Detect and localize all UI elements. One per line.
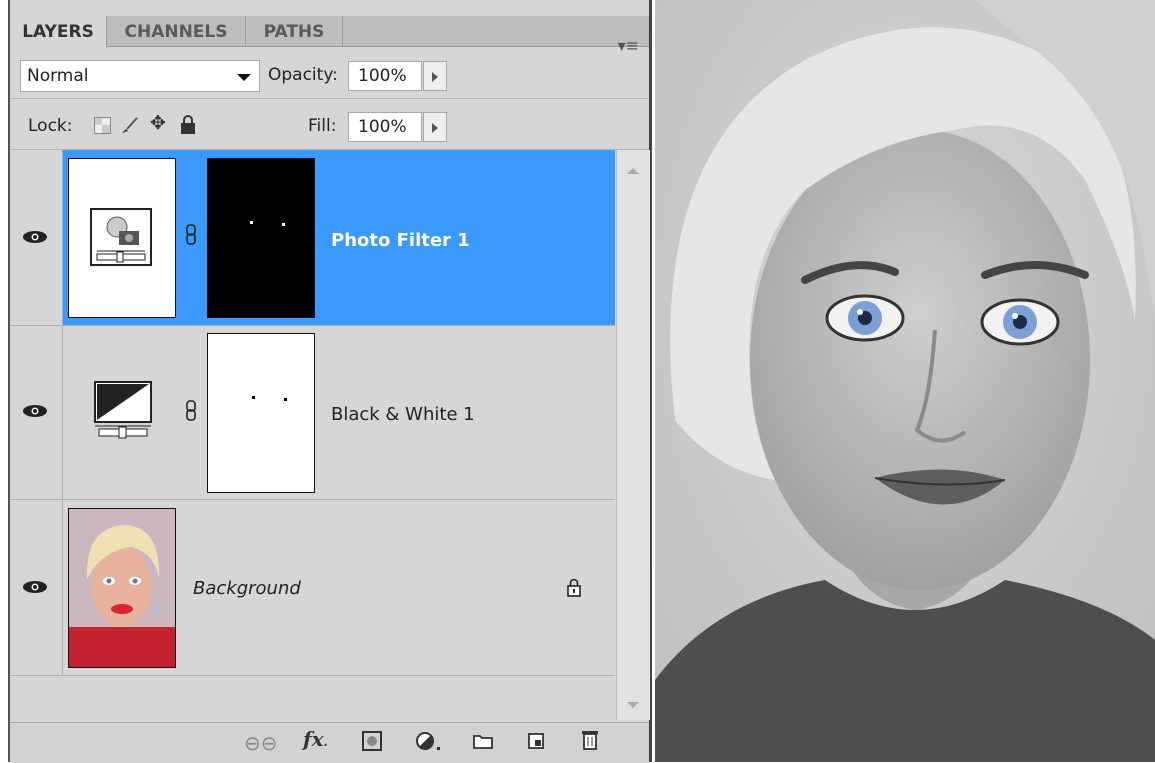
- layer-row-black-white[interactable]: Black & White 1: [10, 326, 615, 500]
- layer-content: Background: [63, 500, 615, 675]
- lock-icon: [567, 578, 581, 597]
- chain-link-icon[interactable]: [185, 224, 197, 246]
- lock-all-icon[interactable]: [178, 114, 198, 136]
- scroll-up-icon[interactable]: [627, 168, 639, 174]
- eye-icon: [23, 581, 47, 593]
- layer-content: Black & White 1: [63, 326, 615, 499]
- eye-icon: [23, 231, 47, 243]
- layer-mask-thumbnail[interactable]: [207, 333, 315, 493]
- opacity-slider-button[interactable]: [423, 61, 447, 91]
- panel-tabs: LAYERS CHANNELS PATHS ▾≡: [10, 16, 649, 55]
- opacity-field[interactable]: 100%: [348, 61, 422, 91]
- lock-position-move-icon[interactable]: ✥: [150, 112, 166, 134]
- add-mask-icon[interactable]: [362, 731, 382, 751]
- blend-mode-select[interactable]: Normal: [20, 60, 260, 92]
- chevron-down-icon: [237, 74, 251, 81]
- photo-canvas: [655, 0, 1155, 762]
- link-layers-icon[interactable]: ⊖⊖: [244, 731, 278, 755]
- layers-list: Photo Filter 1 Black & White 1 Backgroun…: [10, 150, 615, 720]
- new-layer-icon[interactable]: [526, 731, 546, 751]
- blend-mode-value: Normal: [27, 66, 89, 86]
- tab-paths[interactable]: PATHS: [246, 16, 343, 46]
- layer-row-background[interactable]: Background: [10, 500, 615, 676]
- portrait-thumbnail-image: [69, 509, 175, 667]
- tab-channels[interactable]: CHANNELS: [107, 16, 246, 46]
- layers-scrollbar[interactable]: [616, 150, 650, 720]
- layer-name[interactable]: Background: [193, 578, 301, 599]
- opacity-label: Opacity:: [268, 65, 338, 85]
- chain-link-icon[interactable]: [185, 400, 197, 422]
- black-white-adjustment-icon[interactable]: [91, 378, 157, 444]
- photo-filter-adjustment-icon: [90, 208, 152, 266]
- adjustment-thumbnail[interactable]: [68, 158, 176, 318]
- visibility-toggle[interactable]: [10, 326, 63, 499]
- layer-content: Photo Filter 1: [63, 150, 615, 325]
- visibility-toggle[interactable]: [10, 500, 63, 675]
- delete-trash-icon[interactable]: [580, 728, 600, 752]
- fx-effects-icon[interactable]: fx.: [303, 727, 328, 751]
- lock-pixels-brush-icon[interactable]: [118, 114, 140, 136]
- background-thumbnail[interactable]: [68, 508, 176, 668]
- tab-layers[interactable]: LAYERS: [10, 16, 107, 47]
- adjustment-layer-icon[interactable]: [415, 731, 445, 753]
- layer-row-photo-filter[interactable]: Photo Filter 1: [10, 150, 615, 326]
- fill-slider-button[interactable]: [423, 112, 447, 142]
- layer-name[interactable]: Photo Filter 1: [331, 230, 470, 251]
- layers-panel: LAYERS CHANNELS PATHS ▾≡ Normal Opacity:…: [8, 0, 652, 763]
- fill-label: Fill:: [308, 116, 337, 136]
- lock-label: Lock:: [28, 116, 73, 136]
- layer-mask-thumbnail[interactable]: [207, 158, 315, 318]
- layers-bottom-toolbar: ⊖⊖ fx.: [10, 722, 649, 763]
- fill-field[interactable]: 100%: [348, 112, 422, 142]
- scroll-down-icon[interactable]: [627, 702, 639, 708]
- layer-name[interactable]: Black & White 1: [331, 404, 475, 425]
- lock-transparent-icon[interactable]: [94, 117, 111, 134]
- portrait-image: [655, 0, 1155, 762]
- eye-icon: [23, 405, 47, 417]
- folder-icon[interactable]: [472, 732, 494, 750]
- visibility-toggle[interactable]: [10, 150, 63, 325]
